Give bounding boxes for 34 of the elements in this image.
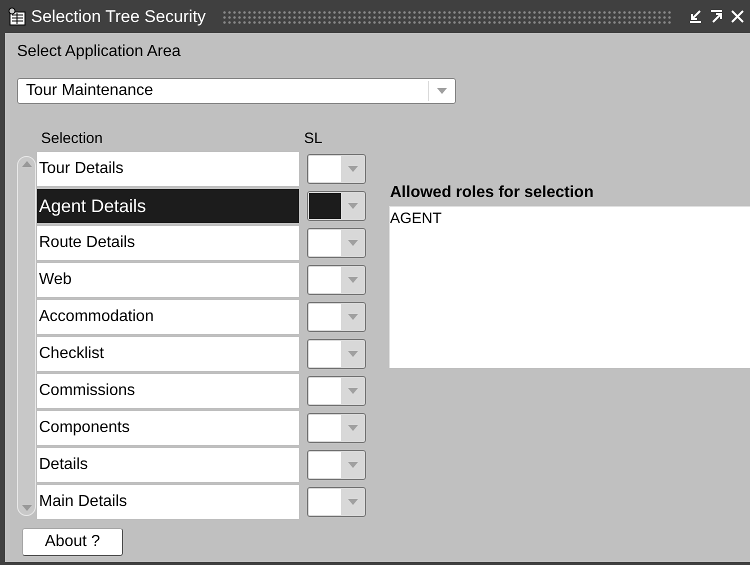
section-label: Allowed roles for selection xyxy=(389,183,595,203)
selection-field[interactable]: Commissions xyxy=(37,374,299,408)
selection-field[interactable]: Components xyxy=(37,411,299,445)
sl-dropdown[interactable] xyxy=(307,191,366,221)
selection-field[interactable]: Checklist xyxy=(37,337,299,371)
window-icon xyxy=(7,6,27,26)
caret-icon xyxy=(348,166,358,172)
caret-icon xyxy=(348,462,358,468)
close-icon[interactable] xyxy=(729,8,746,25)
minimize-icon[interactable] xyxy=(687,8,704,25)
caret-icon xyxy=(348,240,358,246)
field-label: Select Application Area xyxy=(17,42,182,62)
caret-icon xyxy=(348,388,358,394)
maximize-icon[interactable] xyxy=(708,8,725,25)
about-button[interactable]: About ? xyxy=(22,528,123,556)
application-area-dropdown[interactable]: Tour Maintenance xyxy=(17,78,456,104)
selection-field[interactable]: Accommodation xyxy=(37,300,299,334)
caret-icon xyxy=(348,499,358,505)
column-header: Selection xyxy=(41,128,104,148)
caret-icon xyxy=(348,425,358,431)
selection-field[interactable]: Tour Details xyxy=(37,152,299,186)
caret-icon xyxy=(348,277,358,283)
caret-icon xyxy=(348,314,358,320)
column-header: SL xyxy=(304,128,322,148)
selection-field[interactable]: Route Details xyxy=(37,226,299,260)
selection-field[interactable]: Details xyxy=(37,448,299,482)
caret-icon xyxy=(437,88,447,94)
selection-field[interactable]: Main Details xyxy=(37,485,299,519)
role-item[interactable]: AGENT xyxy=(390,207,750,231)
caret-icon xyxy=(348,203,358,209)
selection-field[interactable]: Web xyxy=(37,263,299,297)
selection-field[interactable]: Agent Details xyxy=(37,189,299,223)
caret-icon xyxy=(348,351,358,357)
window-title: Selection Tree Security xyxy=(31,6,206,28)
